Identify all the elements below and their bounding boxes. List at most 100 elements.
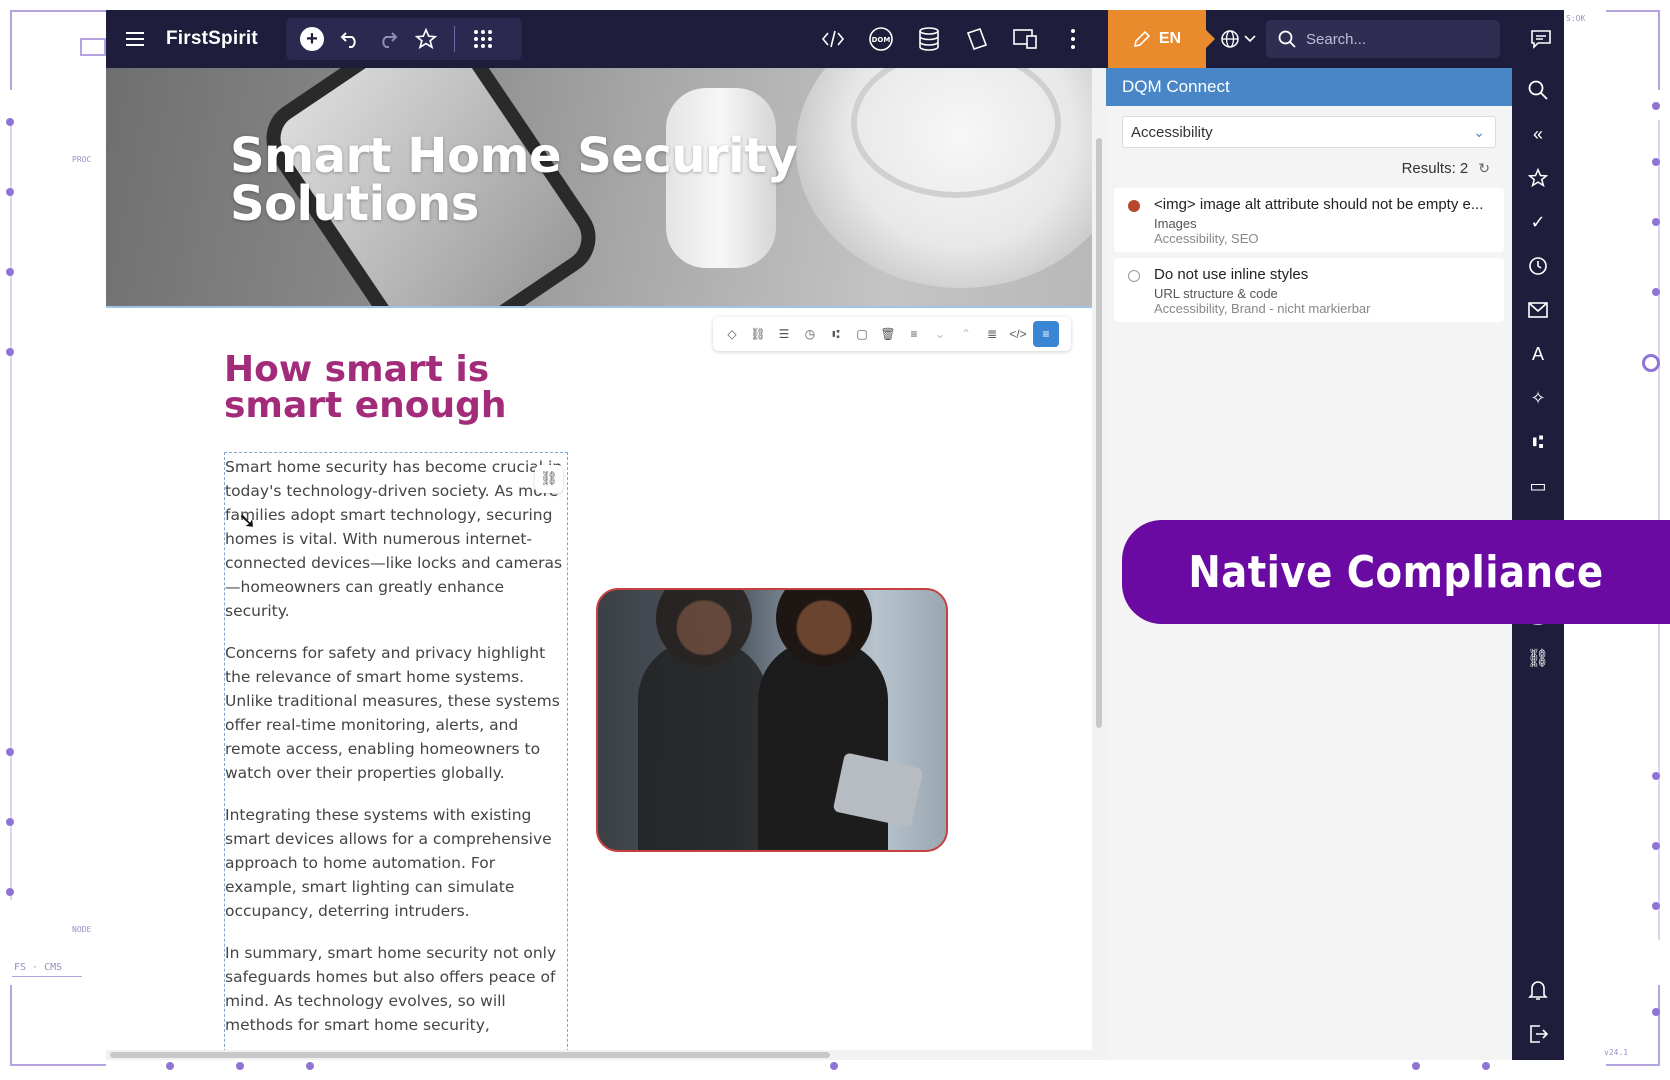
star-icon[interactable] [1524,164,1552,192]
frame-label-proc: PROC [72,155,92,164]
mail-icon[interactable] [1524,296,1552,324]
undo-icon[interactable] [336,25,364,53]
hero-title-line2: Solutions [230,176,479,232]
dqm-panel-title: DQM Connect [1106,68,1512,106]
frame-line [10,120,12,900]
hamburger-menu-icon[interactable] [106,10,164,68]
frame-node [1642,354,1660,372]
frame-corner-label: FS · CMS [14,962,63,973]
frame-node [6,118,14,126]
font-icon[interactable]: A [1524,340,1552,368]
section-heading-line1: How smart is [224,349,490,390]
frame-bracket [80,38,106,56]
scrollbar-thumb[interactable] [110,1052,830,1058]
move-up-icon[interactable]: ⌃ [955,323,977,345]
code-icon[interactable]: </> [1007,323,1029,345]
dom-icon[interactable]: DOM [866,24,896,54]
checkmark-icon[interactable]: ✓ [1524,208,1552,236]
dqm-item-title: <img> image alt attribute should not be … [1154,196,1484,213]
history-icon[interactable]: ◷ [799,323,821,345]
more-options-icon[interactable] [1058,24,1088,54]
star-icon[interactable] [412,25,440,53]
dqm-filter-select[interactable]: Accessibility ⌄ [1122,116,1496,148]
move-down-icon[interactable]: ⌄ [929,323,951,345]
dqm-results: Results: 2 ↻ [1402,160,1490,177]
frame-node [1652,218,1660,226]
comments-icon[interactable] [1526,24,1556,54]
link-list-icon[interactable]: ☰ [773,323,795,345]
user-magic-icon[interactable]: ✧ [1524,384,1552,412]
refresh-icon[interactable]: ↻ [1478,160,1490,177]
page-preview: Smart Home Security Solutions ◇ ⛓ ☰ ◷ ⑆ … [106,68,1092,1060]
frame-label-node: NODE [72,925,92,934]
dqm-item-subtitle: Images [1154,216,1197,231]
link-icon[interactable]: ⛓ [1524,644,1552,672]
paragraph: Concerns for safety and privacy highligh… [225,644,560,782]
frame-line [10,10,12,90]
view-tools: DOM [818,10,1088,68]
frame-line [10,1064,106,1066]
edit-page-icon[interactable]: ▢ [851,323,873,345]
apps-grid-icon[interactable] [469,25,497,53]
dqm-result-item[interactable]: <img> image alt attribute should not be … [1114,188,1504,252]
hero-title[interactable]: Smart Home Security Solutions [230,132,798,232]
search-placeholder: Search... [1306,30,1367,48]
paragraph: In summary, smart home security not only… [225,944,557,1034]
responsive-view-icon[interactable] [1010,24,1040,54]
language-label: EN [1158,30,1182,47]
link-icon[interactable]: ⛓ [747,323,769,345]
delete-icon[interactable]: 🗑 [877,323,899,345]
text-editor-icon[interactable]: ≡ [1033,321,1059,347]
dqm-item-subtitle: URL structure & code [1154,286,1278,301]
section-heading-line2: smart enough [224,385,507,426]
dqm-item-title: Do not use inline styles [1154,266,1309,283]
pages-icon[interactable] [962,24,992,54]
logout-icon[interactable] [1524,1020,1552,1048]
workflow-icon[interactable]: ⑆ [825,323,847,345]
link-badge-icon[interactable]: ⛓ [535,465,563,493]
language-button[interactable]: EN [1108,10,1206,68]
clock-icon[interactable] [1524,252,1552,280]
content-image[interactable] [596,588,948,852]
logo-area: FirstSpirit [106,10,258,68]
code-view-icon[interactable] [818,24,848,54]
collapse-icon[interactable]: « [1524,120,1552,148]
notification-bell-icon[interactable] [1524,976,1552,1004]
frame-node [6,818,14,826]
redo-icon[interactable] [374,25,402,53]
frame-node [6,268,14,276]
text-editor-block[interactable]: Smart home security has become crucial i… [224,452,568,1060]
frame-node [166,1062,174,1070]
status-dot-open [1128,270,1140,282]
preview-horizontal-scrollbar[interactable] [106,1050,1092,1060]
frame-node [6,348,14,356]
dqm-result-item[interactable]: Do not use inline styles URL structure &… [1114,258,1504,322]
scrollbar-thumb[interactable] [1096,138,1102,728]
messages-icon[interactable]: ▭ [1524,472,1552,500]
section-heading[interactable]: How smart is smart enough [224,352,584,424]
structure-icon[interactable]: ⑆ [1524,428,1552,456]
preview-vertical-scrollbar[interactable] [1092,68,1106,1060]
list-star-icon[interactable]: ≡ [903,323,925,345]
globe-dropdown[interactable] [1220,10,1256,68]
dqm-results-count: Results: 2 [1401,160,1469,177]
dqm-item-categories: Accessibility, SEO [1154,231,1259,246]
hero-section[interactable]: Smart Home Security Solutions [106,68,1092,308]
frame-node [1412,1062,1420,1070]
toolbar-separator [454,26,455,52]
edit-toolbar: + [286,18,522,60]
image-person [758,590,888,850]
frame-node [1652,842,1660,850]
frame-node [6,748,14,756]
paragraph: Smart home security has become crucial i… [225,458,563,620]
frame-node [1652,772,1660,780]
diamond-icon[interactable]: ◇ [721,323,743,345]
native-compliance-banner: Native Compliance [1122,520,1670,624]
banner-text: Native Compliance [1188,546,1604,598]
frame-node [1652,1008,1660,1016]
database-icon[interactable] [914,24,944,54]
add-list-icon[interactable]: ≣ [981,323,1003,345]
search-input[interactable]: Search... [1266,20,1500,58]
add-button[interactable]: + [298,25,326,53]
search-icon[interactable] [1524,76,1552,104]
